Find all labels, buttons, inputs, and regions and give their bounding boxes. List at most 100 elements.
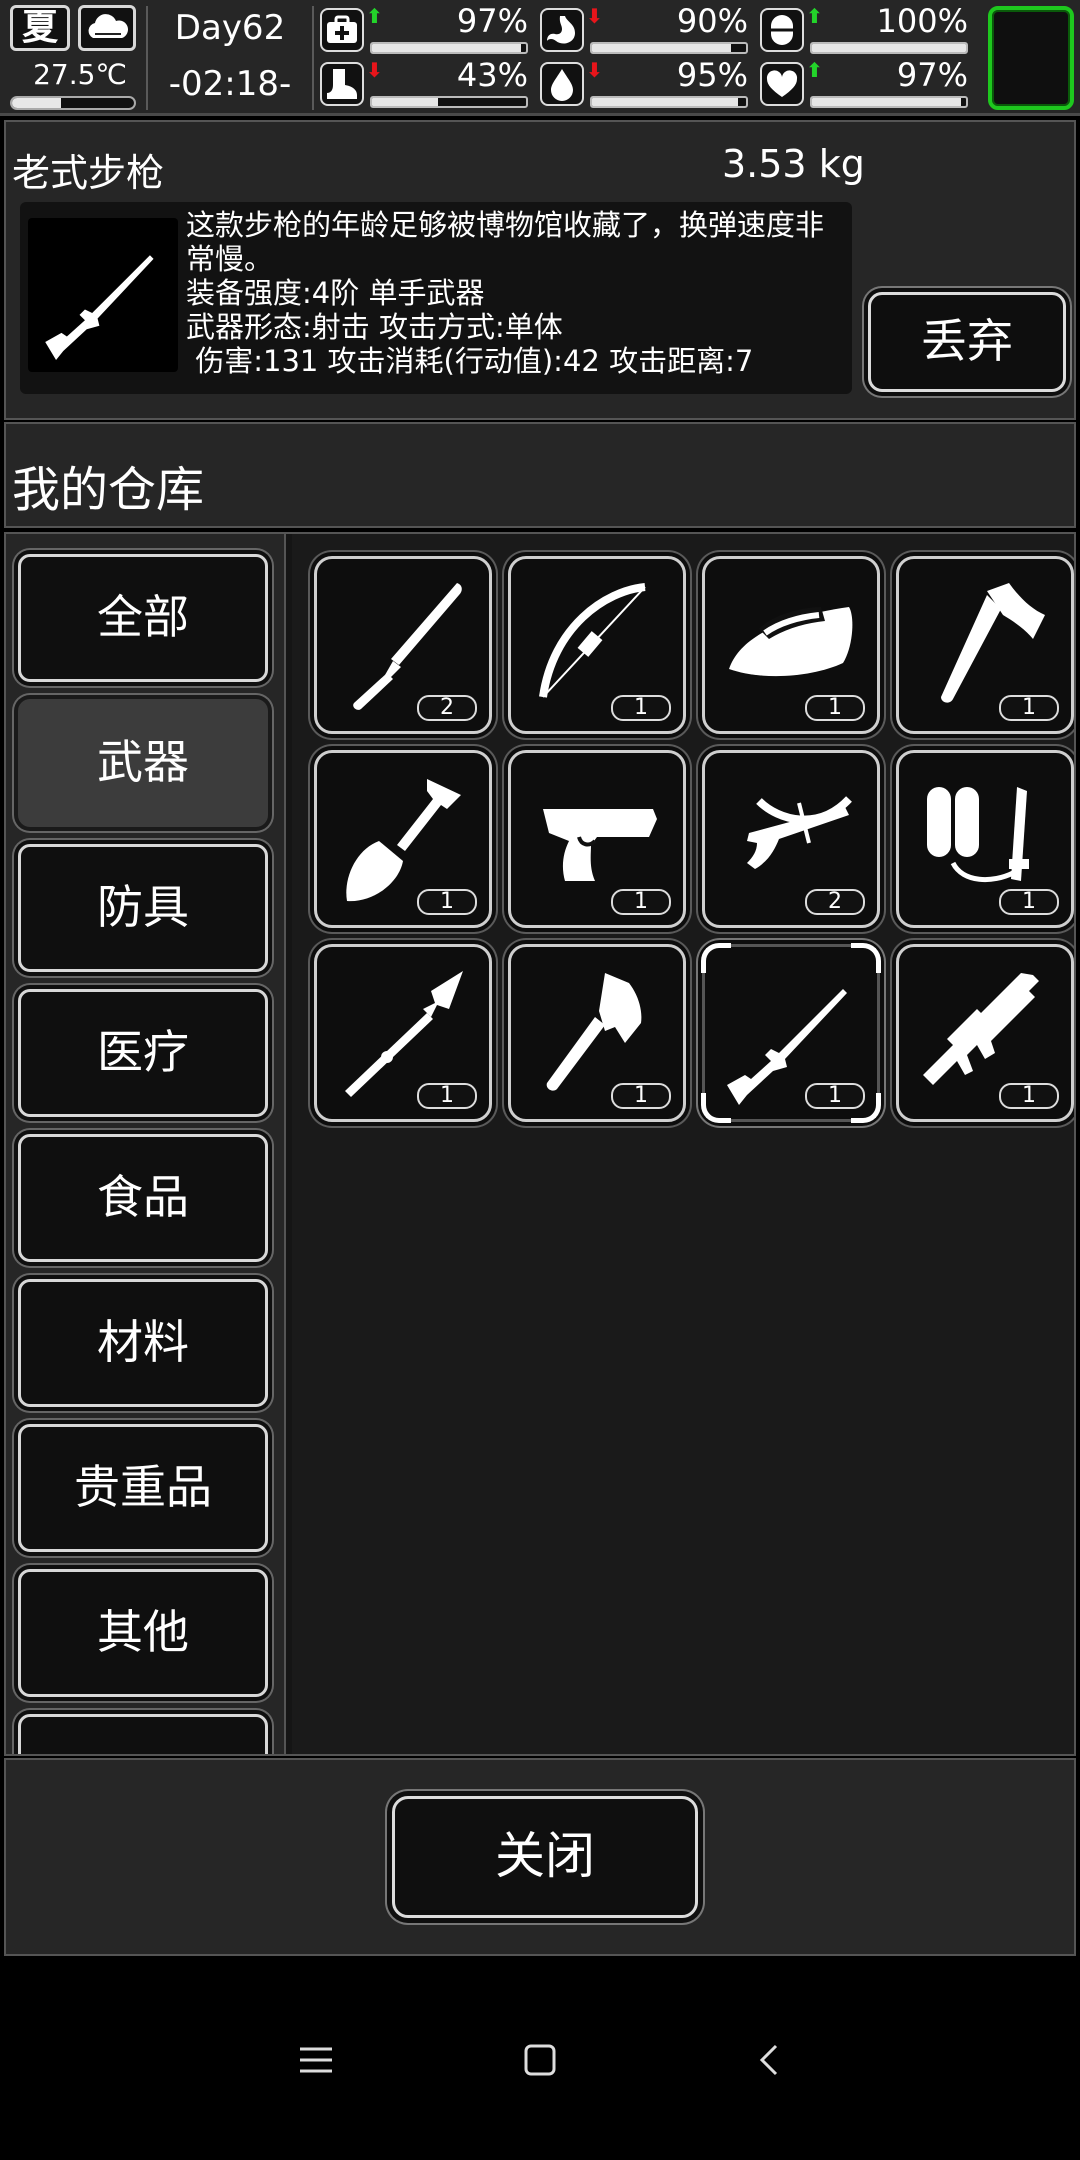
day-counter: Day62 <box>174 8 286 48</box>
item-count: 1 <box>805 1083 865 1109</box>
stat-bar <box>590 42 748 54</box>
category-all[interactable]: 全部 <box>18 554 268 682</box>
category-other[interactable]: 其他 <box>18 1569 268 1697</box>
medkit-icon <box>320 8 364 52</box>
category-divider <box>284 534 292 1754</box>
item-weight: 3.53 kg <box>722 142 865 186</box>
item-count: 2 <box>417 695 477 721</box>
menu-icon[interactable] <box>276 2030 356 2090</box>
item-slot-selected[interactable]: 1 <box>701 943 881 1123</box>
item-slot[interactable]: 1 <box>896 750 1074 928</box>
category-medical[interactable]: 医疗 <box>18 989 268 1117</box>
stat-percent: 100% <box>876 2 968 40</box>
stat-mood: ⬆ 97% <box>760 58 970 110</box>
stat-bar <box>810 42 968 54</box>
item-slot[interactable]: 1 <box>314 750 492 928</box>
stat-percent: 97% <box>456 2 528 40</box>
item-count: 1 <box>611 695 671 721</box>
stat-energy: ⬆ 100% <box>760 4 970 56</box>
temperature-label: 27.5℃ <box>33 58 127 91</box>
stat-thirst: ⬇ 95% <box>540 58 750 110</box>
warehouse-title: 我的仓库 <box>12 462 205 518</box>
item-name: 老式步枪 <box>12 151 165 195</box>
item-slot[interactable]: 1 <box>508 750 686 928</box>
stat-bar-fill <box>812 98 962 106</box>
stat-bar-fill <box>372 44 522 52</box>
trend-up-icon: ⬆ <box>366 4 383 28</box>
item-count: 1 <box>805 695 865 721</box>
home-square-icon[interactable] <box>500 2030 580 2090</box>
warehouse-body: 全部 武器 防具 医疗 食品 材料 贵重品 其他 负重 2 1 1 1 1 <box>4 532 1076 1756</box>
close-button[interactable]: 关闭 <box>392 1796 698 1918</box>
item-description-line: 装备强度:4阶 单手武器 <box>186 276 485 310</box>
footer-panel: 关闭 <box>4 1758 1076 1956</box>
boot-icon <box>320 62 364 106</box>
status-divider <box>146 6 148 110</box>
category-food[interactable]: 食品 <box>18 1134 268 1262</box>
stat-health: ⬆ 97% <box>320 4 530 56</box>
temperature-bar-fill <box>12 98 61 108</box>
temperature-bar <box>10 96 136 110</box>
item-slot[interactable]: 2 <box>314 556 492 734</box>
stat-percent: 97% <box>896 56 968 94</box>
stat-bar-fill <box>592 98 739 106</box>
stat-bar <box>590 96 748 108</box>
category-armor[interactable]: 防具 <box>18 844 268 972</box>
category-list[interactable]: 全部 武器 防具 医疗 食品 材料 贵重品 其他 负重 <box>6 534 284 1754</box>
system-navigation-bar <box>0 1960 1080 2160</box>
category-materials[interactable]: 材料 <box>18 1279 268 1407</box>
trend-down-icon: ⬇ <box>586 58 603 82</box>
item-slot[interactable]: 1 <box>702 556 880 734</box>
item-slot[interactable]: 1 <box>896 556 1074 734</box>
item-info-panel: 老式步枪 3.53 kg 这款步枪的年龄足够被博物馆收藏了，换弹速度非常慢。 装… <box>4 120 1076 420</box>
stat-bar-fill <box>812 44 966 52</box>
stat-bar <box>810 96 968 108</box>
cloud-icon <box>78 5 136 51</box>
drop-button[interactable]: 丢弃 <box>868 292 1066 392</box>
item-count: 1 <box>999 695 1059 721</box>
rifle-icon <box>28 218 178 372</box>
stat-percent: 95% <box>676 56 748 94</box>
item-description-line: 伤害:131 攻击消耗(行动值):42 攻击距离:7 <box>186 344 754 378</box>
item-count: 1 <box>417 889 477 915</box>
category-load[interactable]: 负重 <box>18 1714 268 1754</box>
back-chevron-icon[interactable] <box>728 2030 808 2090</box>
item-count: 1 <box>999 889 1059 915</box>
equipped-slot-button[interactable] <box>988 6 1074 110</box>
capsule-icon <box>760 8 804 52</box>
status-divider <box>312 6 314 110</box>
season-badge: 夏 <box>10 5 70 51</box>
item-description-box: 这款步枪的年龄足够被博物馆收藏了，换弹速度非常慢。 装备强度:4阶 单手武器 武… <box>20 202 852 394</box>
item-slot[interactable]: 1 <box>314 944 492 1122</box>
item-description-line: 武器形态:射击 攻击方式:单体 <box>186 310 563 344</box>
stat-bar-fill <box>592 44 731 52</box>
item-count: 1 <box>417 1083 477 1109</box>
item-grid: 2 1 1 1 1 1 2 1 1 1 1 1 <box>292 534 1074 1754</box>
stat-percent: 43% <box>456 56 528 94</box>
trend-up-icon: ⬆ <box>806 4 823 28</box>
stat-bar-fill <box>372 98 439 106</box>
stat-hunger: ⬇ 90% <box>540 4 750 56</box>
item-description-line: 这款步枪的年龄足够被博物馆收藏了，换弹速度非常慢。 <box>186 208 825 276</box>
water-drop-icon <box>540 62 584 106</box>
stat-bar <box>370 42 528 54</box>
trend-up-icon: ⬆ <box>806 58 823 82</box>
game-clock: -02:18- <box>168 64 292 104</box>
trend-down-icon: ⬇ <box>586 4 603 28</box>
item-count: 1 <box>611 889 671 915</box>
stat-bar <box>370 96 528 108</box>
trend-down-icon: ⬇ <box>366 58 383 82</box>
item-count: 2 <box>805 889 865 915</box>
stat-percent: 90% <box>676 2 748 40</box>
heart-icon <box>760 62 804 106</box>
item-slot[interactable]: 1 <box>508 556 686 734</box>
item-slot[interactable]: 2 <box>702 750 880 928</box>
category-valuables[interactable]: 贵重品 <box>18 1424 268 1552</box>
category-weapons[interactable]: 武器 <box>18 699 268 827</box>
item-description: 这款步枪的年龄足够被博物馆收藏了，换弹速度非常慢。 装备强度:4阶 单手武器 武… <box>186 208 846 378</box>
item-count: 1 <box>999 1083 1059 1109</box>
item-slot[interactable]: 1 <box>508 944 686 1122</box>
warehouse-header: 我的仓库 <box>4 422 1076 528</box>
item-slot[interactable]: 1 <box>896 944 1074 1122</box>
stomach-icon <box>540 8 584 52</box>
